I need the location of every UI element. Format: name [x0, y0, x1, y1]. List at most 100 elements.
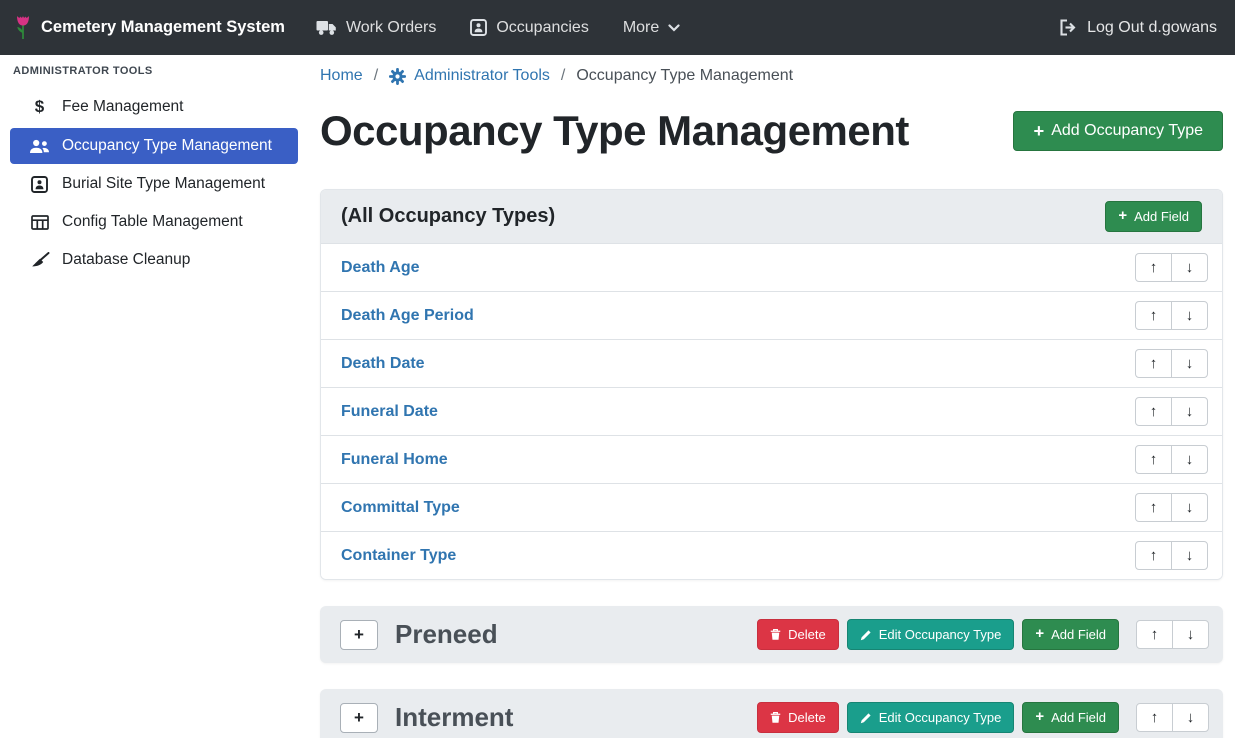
move-down-button[interactable]: ↓: [1171, 253, 1208, 282]
sidebar-item-label: Config Table Management: [62, 213, 243, 231]
dollar-icon: $: [29, 97, 50, 117]
move-up-button[interactable]: ↑: [1135, 445, 1172, 474]
add-field-button[interactable]: + Add Field: [1105, 201, 1202, 232]
section-title: Interment: [395, 702, 757, 733]
sidebar-item-database-cleanup[interactable]: Database Cleanup: [10, 242, 298, 278]
sidebar-item-occupancy-type-management[interactable]: Occupancy Type Management: [10, 128, 298, 164]
reorder-button-group: ↑ ↓: [1136, 703, 1209, 732]
nav-item-occupancies[interactable]: Occupancies: [453, 11, 606, 45]
tulip-logo-icon: [14, 14, 32, 41]
edit-occupancy-type-label: Edit Occupancy Type: [879, 627, 1002, 642]
add-field-button[interactable]: + Add Field: [1022, 619, 1119, 650]
move-up-button[interactable]: ↑: [1136, 703, 1173, 732]
page-title: Occupancy Type Management: [320, 107, 909, 155]
move-up-button[interactable]: ↑: [1135, 301, 1172, 330]
arrow-down-icon: ↓: [1186, 451, 1194, 468]
field-link[interactable]: Death Date: [341, 355, 425, 373]
expand-section-button[interactable]: +: [340, 620, 378, 650]
move-up-button[interactable]: ↑: [1135, 493, 1172, 522]
edit-occupancy-type-button[interactable]: Edit Occupancy Type: [847, 702, 1015, 733]
top-navbar: Cemetery Management System Work Orders: [0, 0, 1235, 55]
reorder-button-group: ↑ ↓: [1136, 620, 1209, 649]
sidebar-item-burial-site-type-management[interactable]: Burial Site Type Management: [10, 166, 298, 202]
move-up-button[interactable]: ↑: [1135, 397, 1172, 426]
field-link[interactable]: Committal Type: [341, 499, 460, 517]
move-up-button[interactable]: ↑: [1135, 253, 1172, 282]
move-down-button[interactable]: ↓: [1172, 703, 1209, 732]
burial-site-icon: [29, 176, 50, 193]
reorder-button-group: ↑ ↓: [1135, 541, 1208, 570]
nav-item-label: Work Orders: [346, 19, 436, 37]
gear-icon: [389, 68, 406, 85]
occupancy-type-section: + Preneed Delete: [320, 606, 1223, 663]
expand-section-button[interactable]: +: [340, 703, 378, 733]
delete-button[interactable]: Delete: [757, 619, 839, 650]
add-field-label: Add Field: [1051, 627, 1106, 642]
app-title: Cemetery Management System: [41, 18, 285, 37]
move-up-button[interactable]: ↑: [1136, 620, 1173, 649]
plus-icon: +: [1035, 710, 1044, 725]
logout-link[interactable]: Log Out d.gowans: [1055, 11, 1221, 45]
reorder-button-group: ↑ ↓: [1135, 301, 1208, 330]
arrow-down-icon: ↓: [1186, 403, 1194, 420]
move-down-button[interactable]: ↓: [1171, 445, 1208, 474]
sidebar-item-fee-management[interactable]: $ Fee Management: [10, 88, 298, 126]
move-down-button[interactable]: ↓: [1171, 397, 1208, 426]
arrow-down-icon: ↓: [1186, 259, 1194, 276]
occupancy-icon: [470, 19, 487, 36]
field-row: Committal Type ↑ ↓: [321, 483, 1222, 531]
arrow-up-icon: ↑: [1150, 451, 1158, 468]
edit-occupancy-type-button[interactable]: Edit Occupancy Type: [847, 619, 1015, 650]
field-link[interactable]: Funeral Home: [341, 451, 448, 469]
breadcrumb-label: Home: [320, 67, 363, 85]
sidebar-item-label: Occupancy Type Management: [62, 137, 272, 155]
breadcrumb-current: Occupancy Type Management: [576, 67, 793, 85]
breadcrumb-separator: /: [374, 67, 378, 85]
breadcrumb-admin-tools-link[interactable]: Administrator Tools: [389, 67, 550, 85]
field-row: Death Age ↑ ↓: [321, 243, 1222, 291]
sidebar-heading: Administrator Tools: [0, 65, 308, 77]
nav-item-work-orders[interactable]: Work Orders: [299, 11, 453, 45]
field-row: Funeral Date ↑ ↓: [321, 387, 1222, 435]
field-link[interactable]: Container Type: [341, 547, 456, 565]
logout-label: Log Out d.gowans: [1087, 19, 1217, 37]
app-brand[interactable]: Cemetery Management System: [14, 14, 285, 41]
sidebar-item-label: Database Cleanup: [62, 251, 190, 269]
truck-icon: [316, 19, 337, 36]
section-actions: Delete Edit Occupancy Type + Add Field ↑: [757, 619, 1209, 650]
arrow-up-icon: ↑: [1150, 259, 1158, 276]
move-up-button[interactable]: ↑: [1135, 541, 1172, 570]
move-down-button[interactable]: ↓: [1171, 301, 1208, 330]
arrow-up-icon: ↑: [1150, 355, 1158, 372]
field-row: Container Type ↑ ↓: [321, 531, 1222, 579]
delete-button[interactable]: Delete: [757, 702, 839, 733]
nav-item-more[interactable]: More: [606, 11, 697, 45]
broom-icon: [29, 252, 50, 268]
plus-icon: +: [1033, 122, 1044, 140]
main-content: Home / Administr: [308, 55, 1235, 738]
arrow-up-icon: ↑: [1150, 403, 1158, 420]
reorder-button-group: ↑ ↓: [1135, 397, 1208, 426]
move-down-button[interactable]: ↓: [1171, 493, 1208, 522]
logout-icon: [1059, 19, 1078, 36]
move-down-button[interactable]: ↓: [1171, 541, 1208, 570]
sidebar-item-config-table-management[interactable]: Config Table Management: [10, 204, 298, 240]
page-header: Occupancy Type Management + Add Occupanc…: [320, 107, 1223, 155]
add-field-button[interactable]: + Add Field: [1022, 702, 1119, 733]
field-link[interactable]: Death Age Period: [341, 307, 474, 325]
arrow-down-icon: ↓: [1187, 709, 1195, 726]
move-down-button[interactable]: ↓: [1171, 349, 1208, 378]
navbar-links: Work Orders Occupancies More: [299, 11, 697, 45]
arrow-up-icon: ↑: [1151, 626, 1159, 643]
caret-down-icon: [668, 24, 680, 32]
field-link[interactable]: Funeral Date: [341, 403, 438, 421]
add-occupancy-type-label: Add Occupancy Type: [1051, 122, 1203, 140]
table-icon: [29, 215, 50, 230]
field-link[interactable]: Death Age: [341, 259, 420, 277]
occupancy-fields-list: Death Age ↑ ↓ Death Age Period ↑ ↓: [321, 243, 1222, 579]
move-down-button[interactable]: ↓: [1172, 620, 1209, 649]
move-up-button[interactable]: ↑: [1135, 349, 1172, 378]
breadcrumb-home-link[interactable]: Home: [320, 67, 363, 85]
add-occupancy-type-button[interactable]: + Add Occupancy Type: [1013, 111, 1223, 151]
plus-icon: +: [354, 708, 364, 728]
